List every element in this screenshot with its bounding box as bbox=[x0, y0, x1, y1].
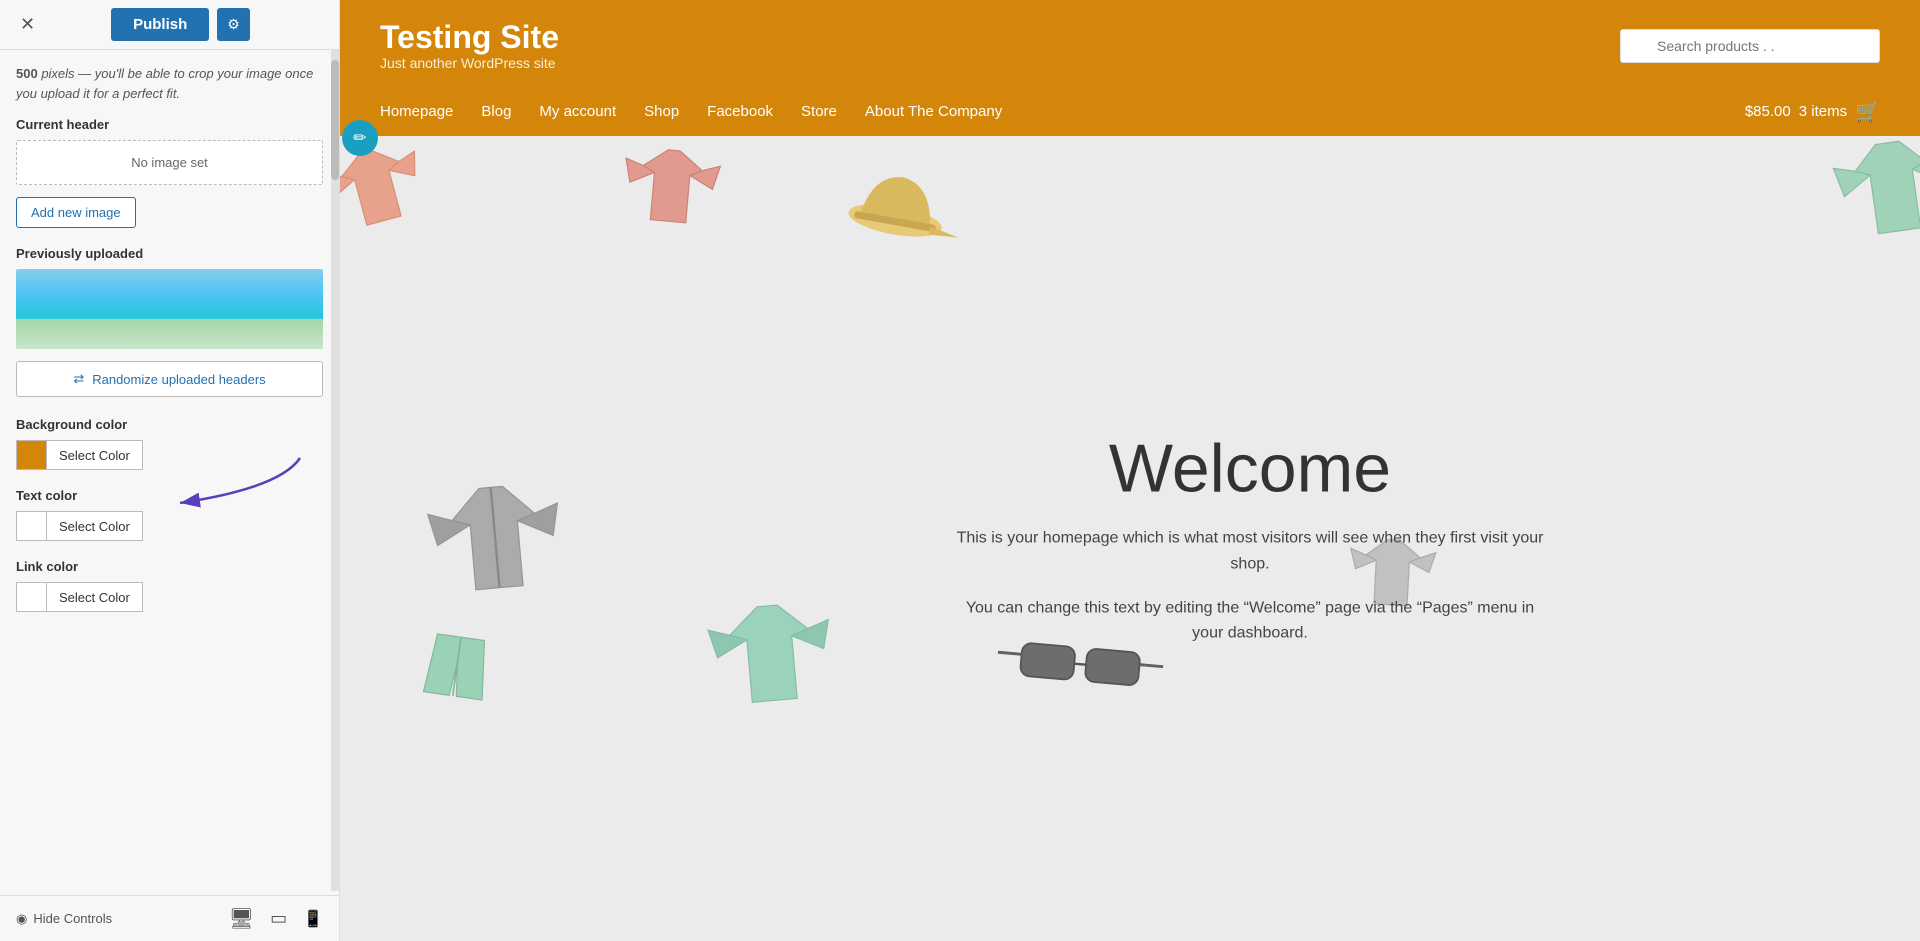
bg-color-row: Select Color bbox=[16, 440, 323, 470]
bg-select-color-button[interactable]: Select Color bbox=[46, 440, 143, 470]
link-color-row: Select Color bbox=[16, 582, 323, 612]
bg-color-swatch[interactable] bbox=[16, 440, 46, 470]
close-button[interactable]: ✕ bbox=[12, 10, 43, 39]
edit-pencil-button[interactable]: ✏ bbox=[342, 120, 378, 156]
hide-controls-icon: ◉ bbox=[16, 911, 27, 927]
bg-color-label: Background color bbox=[16, 417, 323, 432]
welcome-body-2: You can change this text by editing the … bbox=[950, 595, 1550, 646]
bg-color-section: Background color Select Color bbox=[16, 417, 323, 470]
panel-content: 500 pixels — you'll be able to crop your… bbox=[0, 50, 339, 895]
welcome-body-1: This is your homepage which is what most… bbox=[950, 526, 1550, 577]
add-new-image-button[interactable]: Add new image bbox=[16, 197, 136, 228]
nav-homepage[interactable]: Homepage bbox=[380, 103, 453, 120]
main-area: Testing Site Just another WordPress site… bbox=[340, 0, 1920, 941]
randomize-button[interactable]: ⇄ Randomize uploaded headers bbox=[16, 361, 323, 397]
desktop-icon[interactable]: 🖥 bbox=[229, 906, 254, 931]
site-nav: Homepage Blog My account Shop Facebook S… bbox=[380, 87, 1880, 136]
link-select-color-button[interactable]: Select Color bbox=[46, 582, 143, 612]
cart-info[interactable]: $85.00 3 items 🛒 bbox=[1745, 99, 1880, 124]
link-color-section: Link color Select Color bbox=[16, 559, 323, 612]
site-title: Testing Site bbox=[380, 20, 559, 55]
text-color-row: Select Color bbox=[16, 511, 323, 541]
customizer-panel: ✕ Publish ⚙ 500 pixels — you'll be able … bbox=[0, 0, 340, 941]
search-wrapper: 🔍 bbox=[1620, 29, 1880, 63]
cart-icon: 🛒 bbox=[1855, 99, 1880, 124]
site-tagline: Just another WordPress site bbox=[380, 55, 559, 71]
cart-price: $85.00 bbox=[1745, 103, 1791, 120]
nav-my-account[interactable]: My account bbox=[539, 103, 616, 120]
bottom-bar: ◉ Hide Controls 🖥 ▭ 📱 bbox=[0, 895, 339, 941]
scroll-thumb[interactable] bbox=[331, 60, 339, 180]
search-input[interactable] bbox=[1620, 29, 1880, 63]
top-bar: ✕ Publish ⚙ bbox=[0, 0, 339, 50]
welcome-section: Welcome This is your homepage which is w… bbox=[950, 431, 1550, 646]
main-content: Welcome This is your homepage which is w… bbox=[340, 136, 1920, 941]
nav-about[interactable]: About The Company bbox=[865, 103, 1002, 120]
cart-items: 3 items bbox=[1799, 103, 1847, 120]
nav-facebook[interactable]: Facebook bbox=[707, 103, 773, 120]
link-color-swatch[interactable] bbox=[16, 582, 46, 612]
mobile-icon[interactable]: 📱 bbox=[303, 909, 323, 929]
device-icons: 🖥 ▭ 📱 bbox=[229, 906, 323, 931]
publish-button[interactable]: Publish bbox=[111, 8, 209, 41]
hint-text: 500 pixels — you'll be able to crop your… bbox=[16, 64, 323, 103]
nav-blog[interactable]: Blog bbox=[481, 103, 511, 120]
randomize-icon: ⇄ bbox=[73, 371, 84, 387]
site-title-block: Testing Site Just another WordPress site bbox=[380, 20, 559, 71]
site-header: Testing Site Just another WordPress site… bbox=[340, 0, 1920, 136]
current-header-label: Current header bbox=[16, 117, 323, 132]
previously-uploaded-label: Previously uploaded bbox=[16, 246, 323, 261]
hide-controls-label: Hide Controls bbox=[33, 911, 112, 926]
settings-button[interactable]: ⚙ bbox=[217, 8, 250, 41]
welcome-title: Welcome bbox=[950, 431, 1550, 506]
nav-shop[interactable]: Shop bbox=[644, 103, 679, 120]
scroll-indicator bbox=[331, 50, 339, 891]
nav-store[interactable]: Store bbox=[801, 103, 837, 120]
hide-controls-button[interactable]: ◉ Hide Controls bbox=[16, 911, 112, 927]
text-color-swatch[interactable] bbox=[16, 511, 46, 541]
site-header-top: Testing Site Just another WordPress site… bbox=[380, 0, 1880, 79]
text-color-label: Text color bbox=[16, 488, 323, 503]
uploaded-image-preview[interactable] bbox=[16, 269, 323, 349]
randomize-label: Randomize uploaded headers bbox=[92, 372, 265, 387]
text-select-color-button[interactable]: Select Color bbox=[46, 511, 143, 541]
tablet-icon[interactable]: ▭ bbox=[270, 908, 287, 929]
no-image-indicator: No image set bbox=[16, 140, 323, 185]
link-color-label: Link color bbox=[16, 559, 323, 574]
text-color-section: Text color Select Color bbox=[16, 488, 323, 541]
